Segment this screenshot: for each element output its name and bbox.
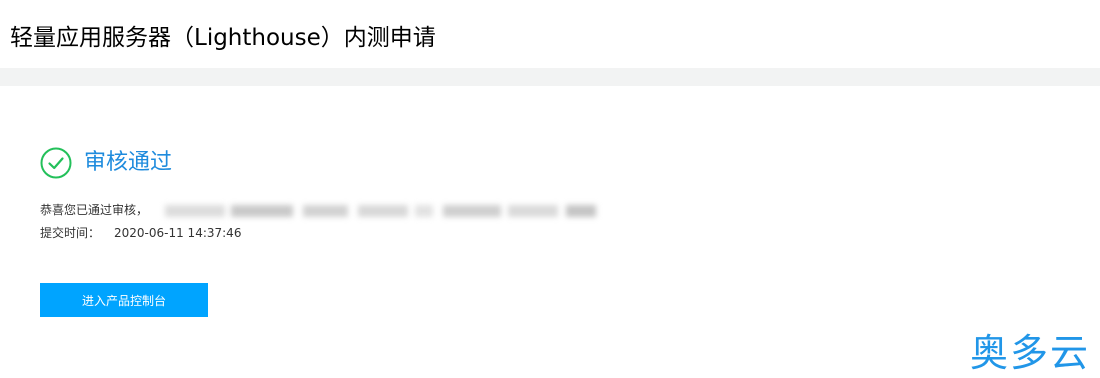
page-title: 轻量应用服务器（Lighthouse）内测申请	[10, 25, 436, 51]
submit-time: 提交时间： 2020-06-11 14:37:46	[40, 223, 241, 243]
page-header: 轻量应用服务器（Lighthouse）内测申请	[0, 0, 1100, 68]
submit-time-value: 2020-06-11 14:37:46	[114, 226, 242, 240]
header-divider	[0, 68, 1100, 86]
redacted-text	[163, 203, 608, 220]
watermark-logo: 奥多云	[969, 331, 1090, 375]
status-title: 审核通过	[84, 150, 173, 175]
approval-status: 审核通过	[40, 147, 172, 179]
approval-message: 恭喜您已通过审核，	[40, 203, 149, 217]
submit-time-label: 提交时间：	[40, 226, 101, 240]
enter-console-button[interactable]: 进入产品控制台	[40, 283, 208, 317]
check-circle-icon	[40, 147, 72, 179]
